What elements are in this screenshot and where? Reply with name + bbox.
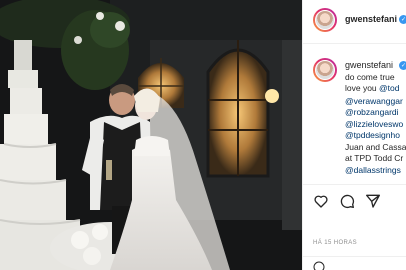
comment-icon[interactable] [339,193,355,209]
mention-link[interactable]: @lizzieloveswo [345,119,403,129]
caption-line: do come true [345,72,395,82]
emoji-icon[interactable] [313,261,325,270]
wedding-photo-image [0,0,302,270]
caption-line: @tpddesignho [345,130,400,140]
post-header: gwenstefani ✓ [303,0,406,44]
caption-line: Juan and Cassa [345,142,406,152]
post-actions [303,184,406,240]
add-comment-bar[interactable] [303,256,406,270]
mention-link[interactable]: @tpddesignho [345,130,400,140]
avatar[interactable] [313,8,337,32]
share-icon[interactable] [365,193,381,209]
post-photo[interactable] [0,0,302,270]
post-side-panel: gwenstefani ✓ gwenstefani ✓ do come true… [302,0,406,270]
mention-link[interactable]: @verawanggar [345,96,403,106]
caption-username[interactable]: gwenstefani [345,60,393,70]
caption-line: @lizzieloveswo [345,119,403,129]
verified-badge-icon: ✓ [399,15,406,24]
caption-avatar[interactable] [313,58,337,82]
verified-badge-icon: ✓ [399,61,406,70]
caption-line: @robzangardi [345,107,399,117]
mention-link[interactable]: @tod [379,83,399,93]
mention-link[interactable]: @dallasstrings [345,165,401,175]
caption-line: @verawanggar [345,96,403,106]
mention-link[interactable]: @robzangardi [345,107,399,117]
post-author-username[interactable]: gwenstefani [345,14,397,24]
caption-line: @dallasstrings [345,165,401,175]
caption-line: love you @tod [345,83,400,93]
post-timestamp: HÁ 15 HORAS [313,240,358,246]
caption-line: at TPD Todd Cr [345,153,404,163]
heart-icon[interactable] [313,193,329,209]
